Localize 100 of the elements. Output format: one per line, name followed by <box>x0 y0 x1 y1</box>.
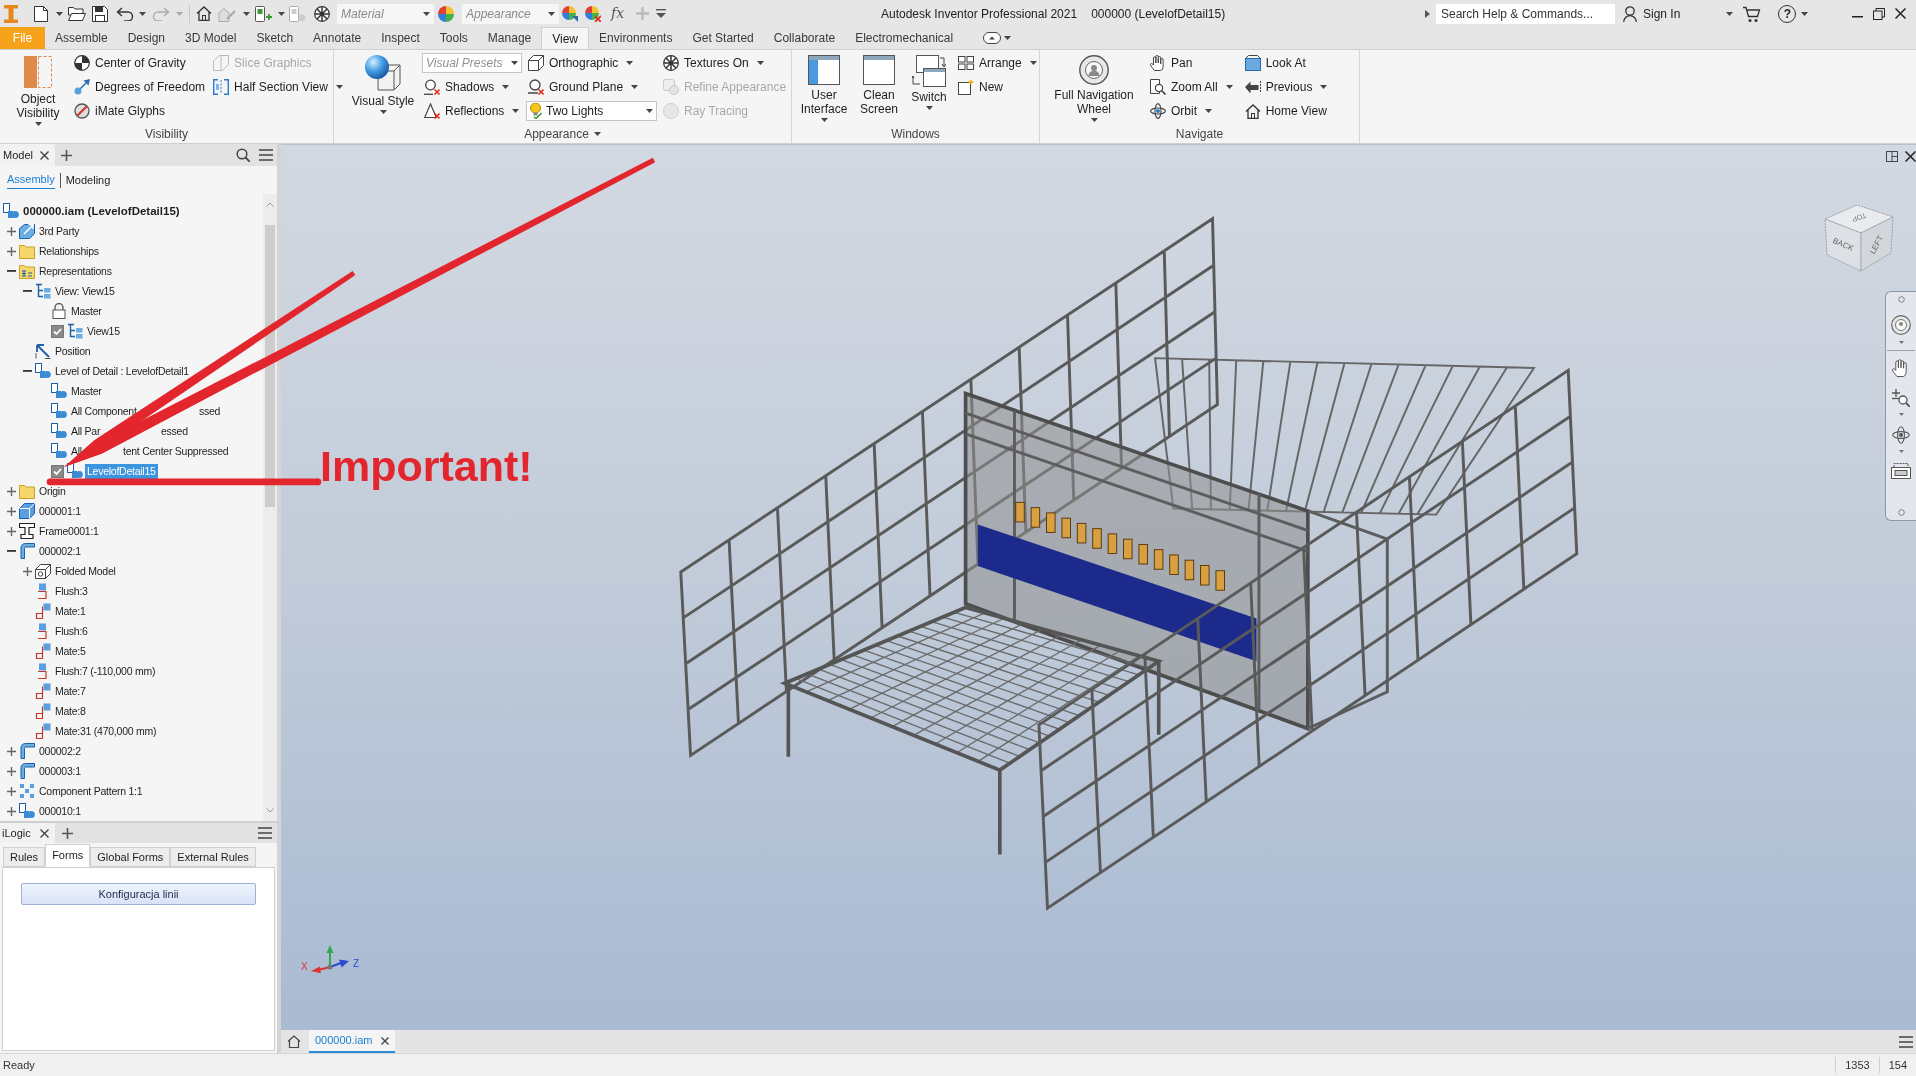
ribbon-button[interactable]: Home View <box>1242 99 1330 123</box>
caret-icon[interactable] <box>626 61 634 65</box>
ribbon-tab[interactable]: Annotate <box>303 27 372 49</box>
tree-item[interactable]: Mate:1 <box>53 603 88 619</box>
orbit-icon[interactable] <box>1892 426 1910 444</box>
expand-icon[interactable] <box>6 806 16 816</box>
caret-icon[interactable] <box>820 118 828 122</box>
formula-button[interactable]: fx <box>611 3 625 24</box>
caret-icon[interactable] <box>379 110 387 114</box>
panel-tab[interactable]: External Rules <box>170 847 256 867</box>
new-file-icon[interactable] <box>34 5 48 22</box>
appearance-input[interactable]: Appearance <box>466 4 546 23</box>
caret-icon[interactable] <box>1801 11 1809 16</box>
ribbon-button[interactable]: Previous <box>1242 75 1330 99</box>
ribbon-tab[interactable]: Electromechanical <box>845 27 964 49</box>
ribbon-tab[interactable]: Assemble <box>45 27 118 49</box>
tree-item[interactable]: Mate:5 <box>53 643 88 659</box>
close-icon[interactable] <box>1905 151 1916 162</box>
menu-icon[interactable] <box>258 827 272 839</box>
expand-icon[interactable] <box>22 566 32 576</box>
caret-icon[interactable] <box>56 11 63 16</box>
caret-icon[interactable] <box>423 11 430 16</box>
ribbon-button[interactable]: Clean Screen <box>856 51 902 125</box>
panel-tab[interactable]: Rules <box>3 847 46 867</box>
caret-icon[interactable] <box>1726 11 1734 16</box>
person-icon[interactable] <box>1623 5 1637 22</box>
expand-icon[interactable] <box>6 226 16 236</box>
ribbon-button[interactable]: New <box>956 75 1039 99</box>
hand-icon[interactable] <box>1892 359 1910 377</box>
expand-icon[interactable] <box>6 766 16 776</box>
caret-icon[interactable] <box>1320 85 1328 89</box>
ribbon-tab[interactable]: Sketch <box>246 27 304 49</box>
tree-item[interactable]: Flush:3 <box>53 583 90 599</box>
presets-dropdown[interactable]: Visual Presets <box>422 53 522 73</box>
ribbon-button[interactable]: Look At <box>1242 51 1330 75</box>
caret-icon[interactable] <box>512 109 520 113</box>
panel-title[interactable]: Appearance <box>524 125 601 143</box>
split-window-icon[interactable] <box>1886 151 1898 162</box>
ribbon-tab[interactable]: Environments <box>589 27 683 49</box>
ribbon-button[interactable]: Textures On <box>661 51 789 75</box>
panel-tab[interactable]: Model <box>0 144 55 166</box>
tree-item[interactable]: 000002:2 <box>37 743 83 759</box>
ribbon-button[interactable]: Orthographic <box>526 51 657 75</box>
zoom-icon[interactable] <box>1892 389 1910 407</box>
ribbon-tab[interactable]: 3D Model <box>175 27 247 49</box>
search-field[interactable]: Search Help & Commands... <box>1436 3 1615 24</box>
color-wheel-cross-icon[interactable] <box>585 5 601 22</box>
close-icon[interactable] <box>39 828 49 838</box>
tree-item[interactable]: Mate:7 <box>53 683 88 699</box>
ribbon-tab[interactable]: Get Started <box>682 27 764 49</box>
document-tab[interactable]: 000000.iam <box>309 1030 395 1053</box>
appearance-dropdown[interactable]: Appearance <box>462 3 559 24</box>
menu-icon[interactable] <box>1899 1035 1913 1048</box>
tree-item[interactable]: Folded Model <box>53 563 118 579</box>
folder-icon[interactable] <box>68 6 86 21</box>
expand-icon[interactable] <box>6 786 16 796</box>
tree-item[interactable]: Component Pattern 1:1 <box>37 783 145 799</box>
presets-input[interactable]: Visual Presets <box>426 54 507 72</box>
panel-tab[interactable]: Forms <box>45 844 91 867</box>
caret-icon[interactable] <box>1090 118 1098 122</box>
ribbon-button[interactable]: Degrees of Freedom <box>72 75 208 99</box>
ribbon-tab[interactable]: View <box>541 27 590 49</box>
color-wheel-icon[interactable] <box>438 5 454 22</box>
expand-icon[interactable] <box>6 246 16 256</box>
minimize-icon[interactable] <box>1852 15 1864 18</box>
caret-icon[interactable] <box>1029 61 1037 65</box>
ribbon-button[interactable]: Full Navigation Wheel <box>1048 51 1140 125</box>
tree-item[interactable]: Mate:31 (470,000 mm) <box>53 723 159 739</box>
tree-item[interactable]: Frame0001:1 <box>37 523 101 539</box>
house-icon[interactable] <box>196 6 212 21</box>
expand-icon[interactable] <box>6 506 16 516</box>
panel-tab[interactable]: iLogic <box>0 823 55 843</box>
tree-item[interactable]: Origin <box>37 483 68 499</box>
caret-icon[interactable] <box>278 11 285 16</box>
close-icon[interactable] <box>1895 8 1907 19</box>
ribbon-button[interactable]: Shadows <box>422 75 522 99</box>
tree-item[interactable]: Flush:6 <box>53 623 90 639</box>
panel-tab[interactable]: Global Forms <box>90 847 171 867</box>
caret-icon[interactable] <box>646 109 653 113</box>
tree-item[interactable]: 000003:1 <box>37 763 83 779</box>
material-dropdown[interactable]: Material <box>337 3 434 24</box>
ribbon-button[interactable]: Half Section View <box>211 75 345 99</box>
dropdown[interactable]: Two Lights <box>526 101 657 121</box>
ribbon-button[interactable]: Arrange <box>956 51 1039 75</box>
sign-in-link[interactable]: Sign In <box>1643 4 1681 23</box>
caret-icon[interactable] <box>502 85 510 89</box>
caret-icon[interactable] <box>1004 36 1012 40</box>
tree-item[interactable]: 000001:1 <box>37 503 83 519</box>
color-wheel-arrow-icon[interactable] <box>562 5 578 22</box>
ribbon-button[interactable]: Switch <box>906 51 952 125</box>
expand-icon[interactable] <box>6 526 16 536</box>
ribbon-button[interactable]: Object Visibility <box>8 51 68 125</box>
expand-icon[interactable] <box>6 486 16 496</box>
ribbon-button[interactable]: Zoom All <box>1148 75 1235 99</box>
material-input[interactable]: Material <box>341 4 421 23</box>
ribbon-button[interactable]: Orbit <box>1148 99 1235 123</box>
caret-icon[interactable] <box>34 122 42 126</box>
caret-icon[interactable] <box>139 11 146 16</box>
caret-icon[interactable] <box>511 61 518 65</box>
house-icon[interactable] <box>287 1035 301 1048</box>
